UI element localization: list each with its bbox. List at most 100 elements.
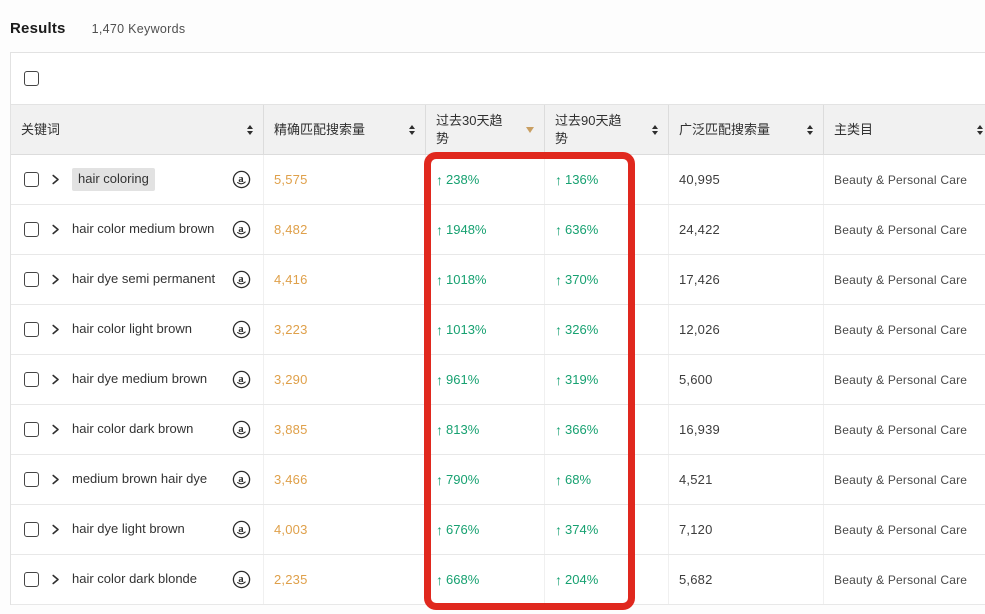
amazon-icon[interactable]: a <box>232 470 251 489</box>
keyword-cell: hair color light brown a <box>11 305 263 354</box>
trend-30d-value: 668% <box>446 572 479 587</box>
keyword-cell: hair color dark blonde a <box>11 555 263 604</box>
category-label: Beauty & Personal Care <box>834 573 967 587</box>
category-label: Beauty & Personal Care <box>834 173 967 187</box>
broad-volume-value: 7,120 <box>679 522 713 537</box>
exact-volume-cell: 2,235 <box>263 555 425 604</box>
trend-90d-cell: ↑136% <box>544 155 668 204</box>
broad-volume-value: 4,521 <box>679 472 713 487</box>
keyword-label[interactable]: hair color medium brown <box>72 221 214 238</box>
trend-90d-value: 370% <box>565 272 598 287</box>
trend-30d-cell: ↑1948% <box>425 205 544 254</box>
keyword-label[interactable]: hair dye light brown <box>72 521 185 538</box>
row-checkbox[interactable] <box>24 472 39 487</box>
category-label: Beauty & Personal Care <box>834 423 967 437</box>
broad-volume-cell: 7,120 <box>668 505 823 554</box>
amazon-icon[interactable]: a <box>232 320 251 339</box>
expand-chevron-icon[interactable] <box>50 324 61 335</box>
trend-up-icon: ↑ <box>555 522 562 538</box>
trend-30d-cell: ↑790% <box>425 455 544 504</box>
expand-chevron-icon[interactable] <box>50 224 61 235</box>
expand-chevron-icon[interactable] <box>50 374 61 385</box>
exact-volume-value: 4,416 <box>274 272 308 287</box>
keyword-label[interactable]: hair color light brown <box>72 321 192 338</box>
trend-30d-cell: ↑238% <box>425 155 544 204</box>
row-checkbox[interactable] <box>24 172 39 187</box>
column-header[interactable]: 过去90天趋势 <box>544 105 668 154</box>
trend-30d-cell: ↑813% <box>425 405 544 454</box>
broad-volume-value: 40,995 <box>679 172 720 187</box>
broad-volume-cell: 16,939 <box>668 405 823 454</box>
row-checkbox[interactable] <box>24 372 39 387</box>
expand-chevron-icon[interactable] <box>50 274 61 285</box>
table-row[interactable]: medium brown hair dye a 3,466 ↑790% ↑68%… <box>11 455 985 505</box>
trend-90d-value: 366% <box>565 422 598 437</box>
column-header-label: 主类目 <box>834 121 873 139</box>
column-header[interactable]: 精确匹配搜索量 <box>263 105 425 154</box>
row-checkbox[interactable] <box>24 272 39 287</box>
trend-up-icon: ↑ <box>555 272 562 288</box>
trend-up-icon: ↑ <box>436 322 443 338</box>
column-header[interactable]: 关键词 <box>11 105 263 154</box>
table-row[interactable]: hair color dark brown a 3,885 ↑813% ↑366… <box>11 405 985 455</box>
expand-chevron-icon[interactable] <box>50 424 61 435</box>
exact-volume-value: 3,466 <box>274 472 308 487</box>
keyword-label[interactable]: hair dye medium brown <box>72 371 207 388</box>
keyword-label[interactable]: hair color dark blonde <box>72 571 197 588</box>
category-cell: Beauty & Personal Care <box>823 505 985 554</box>
expand-chevron-icon[interactable] <box>50 474 61 485</box>
keyword-cell: hair color medium brown a <box>11 205 263 254</box>
trend-90d-value: 204% <box>565 572 598 587</box>
select-all-checkbox[interactable] <box>24 71 39 86</box>
keyword-label[interactable]: hair dye semi permanent <box>72 271 215 288</box>
amazon-icon[interactable]: a <box>232 270 251 289</box>
exact-volume-value: 3,885 <box>274 422 308 437</box>
keyword-cell: medium brown hair dye a <box>11 455 263 504</box>
row-checkbox[interactable] <box>24 422 39 437</box>
keyword-label[interactable]: medium brown hair dye <box>72 471 207 488</box>
broad-volume-cell: 24,422 <box>668 205 823 254</box>
trend-30d-cell: ↑961% <box>425 355 544 404</box>
trend-30d-value: 813% <box>446 422 479 437</box>
amazon-icon[interactable]: a <box>232 370 251 389</box>
table-row[interactable]: hair dye light brown a 4,003 ↑676% ↑374%… <box>11 505 985 555</box>
trend-90d-value: 68% <box>565 472 591 487</box>
expand-chevron-icon[interactable] <box>50 174 61 185</box>
column-header[interactable]: 过去30天趋势 <box>425 105 544 154</box>
trend-up-icon: ↑ <box>555 172 562 188</box>
results-count: 1,470 Keywords <box>92 22 186 36</box>
expand-chevron-icon[interactable] <box>50 574 61 585</box>
row-checkbox[interactable] <box>24 522 39 537</box>
exact-volume-value: 3,223 <box>274 322 308 337</box>
table-row[interactable]: hair color medium brown a 8,482 ↑1948% ↑… <box>11 205 985 255</box>
expand-chevron-icon[interactable] <box>50 524 61 535</box>
table-row[interactable]: hair dye semi permanent a 4,416 ↑1018% ↑… <box>11 255 985 305</box>
amazon-icon[interactable]: a <box>232 520 251 539</box>
column-header-label: 过去90天趋势 <box>555 112 627 147</box>
row-checkbox[interactable] <box>24 222 39 237</box>
keyword-label[interactable]: hair color dark brown <box>72 421 193 438</box>
column-header[interactable]: 主类目 <box>823 105 985 154</box>
broad-volume-cell: 17,426 <box>668 255 823 304</box>
table-row[interactable]: hair dye medium brown a 3,290 ↑961% ↑319… <box>11 355 985 405</box>
exact-volume-cell: 4,416 <box>263 255 425 304</box>
row-checkbox[interactable] <box>24 572 39 587</box>
amazon-icon[interactable]: a <box>232 170 251 189</box>
amazon-icon[interactable]: a <box>232 420 251 439</box>
trend-90d-value: 374% <box>565 522 598 537</box>
table-row[interactable]: hair color light brown a 3,223 ↑1013% ↑3… <box>11 305 985 355</box>
keyword-label[interactable]: hair coloring <box>72 168 155 191</box>
exact-volume-cell: 8,482 <box>263 205 425 254</box>
amazon-icon[interactable]: a <box>232 220 251 239</box>
table-row[interactable]: hair coloring a 5,575 ↑238% ↑136% 40,995… <box>11 155 985 205</box>
page-title: Results <box>10 20 66 37</box>
sort-icon <box>646 125 658 135</box>
keyword-table-panel: 关键词 精确匹配搜索量 过去30天趋势 过去90天趋势 广泛匹配搜索量 主类目 <box>10 52 985 605</box>
exact-volume-value: 3,290 <box>274 372 308 387</box>
table-row[interactable]: hair color dark blonde a 2,235 ↑668% ↑20… <box>11 555 985 605</box>
amazon-icon[interactable]: a <box>232 570 251 589</box>
broad-volume-cell: 4,521 <box>668 455 823 504</box>
row-checkbox[interactable] <box>24 322 39 337</box>
column-header[interactable]: 广泛匹配搜索量 <box>668 105 823 154</box>
exact-volume-cell: 4,003 <box>263 505 425 554</box>
